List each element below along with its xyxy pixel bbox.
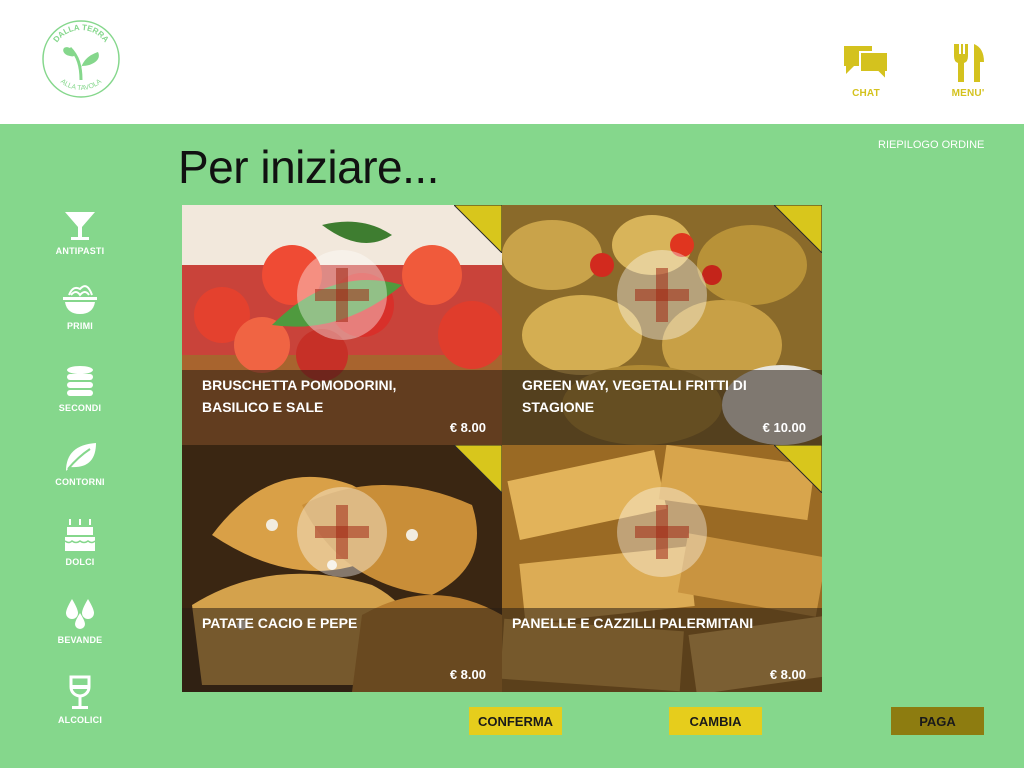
dish-grid: BRUSCHETTA POMODORINI, BASILICO E SALE €… [182, 205, 822, 692]
sidebar-item-label: SECONDI [58, 403, 102, 413]
sidebar-item-dolci[interactable]: DOLCI [40, 517, 120, 567]
dish-price: € 8.00 [449, 420, 486, 435]
chat-button[interactable]: CHAT [838, 42, 894, 99]
sidebar-item-contorni[interactable]: CONTORNI [40, 441, 120, 487]
top-bar: DALLA TERRA ALLA TAVOLA CHAT MENU' [0, 0, 1024, 124]
dish-info: BRUSCHETTA POMODORINI, BASILICO E SALE €… [182, 370, 502, 445]
confirm-button[interactable]: CONFERMA [469, 707, 562, 735]
pasta-bowl-icon [63, 285, 97, 314]
plus-icon[interactable] [617, 250, 707, 340]
wine-glass-icon [69, 675, 91, 709]
corner-marker [454, 205, 502, 253]
plus-icon[interactable] [617, 487, 707, 577]
dish-name: GREEN WAY, VEGETALI FRITTI DI STAGIONE [522, 377, 747, 415]
dish-name: BRUSCHETTA POMODORINI, BASILICO E SALE [202, 377, 397, 415]
plus-icon[interactable] [297, 250, 387, 340]
sidebar-item-label: ALCOLICI [57, 715, 103, 725]
change-button[interactable]: CAMBIA [669, 707, 762, 735]
corner-marker [774, 205, 822, 253]
logo: DALLA TERRA ALLA TAVOLA [42, 20, 120, 98]
dish-name: PANELLE E CAZZILLI PALERMITANI [512, 615, 754, 631]
dish-card[interactable]: PANELLE E CAZZILLI PALERMITANI € 8.00 [502, 445, 822, 692]
sidebar-item-label: CONTORNI [55, 477, 105, 487]
sidebar-item-bevande[interactable]: BEVANDE [40, 597, 120, 645]
stacked-dishes-icon [67, 366, 93, 396]
sidebar-item-primi[interactable]: PRIMI [40, 281, 120, 331]
dish-name: PATATE CACIO E PEPE [202, 615, 358, 631]
order-summary-link[interactable]: RIEPILOGO ORDINE [878, 139, 984, 151]
menu-label: MENU' [951, 88, 985, 99]
plus-icon[interactable] [297, 487, 387, 577]
corner-marker [774, 445, 822, 493]
sidebar-item-alcolici[interactable]: ALCOLICI [40, 675, 120, 725]
dish-price: € 8.00 [449, 667, 486, 682]
logo-text-bottom: ALLA TAVOLA [59, 78, 103, 92]
dish-info: PATATE CACIO E PEPE € 8.00 [182, 608, 502, 692]
page-title: Per iniziare... [178, 141, 439, 193]
sidebar-item-antipasti[interactable]: ANTIPASTI [40, 210, 120, 256]
dish-price: € 10.00 [762, 420, 806, 435]
svg-text:DALLA TERRA: DALLA TERRA [51, 23, 110, 44]
corner-marker [454, 445, 502, 493]
logo-text-top: DALLA TERRA [51, 23, 110, 44]
cocktail-glass-icon [65, 212, 95, 240]
dish-info: GREEN WAY, VEGETALI FRITTI DI STAGIONE €… [502, 370, 822, 445]
sidebar-item-label: BEVANDE [57, 635, 103, 645]
cake-icon [64, 519, 96, 551]
dish-card[interactable]: GREEN WAY, VEGETALI FRITTI DI STAGIONE €… [502, 205, 822, 445]
chat-icon [844, 46, 889, 83]
dish-info: PANELLE E CAZZILLI PALERMITANI € 8.00 [502, 608, 822, 692]
sidebar-item-label: PRIMI [66, 321, 93, 331]
dish-card[interactable]: PATATE CACIO E PEPE € 8.00 [182, 445, 502, 692]
menu-button[interactable]: MENU' [946, 42, 990, 99]
chat-label: CHAT [852, 88, 880, 99]
sidebar-item-label: ANTIPASTI [55, 246, 105, 256]
dish-price: € 8.00 [769, 667, 806, 682]
water-drops-icon [66, 599, 94, 629]
dish-card[interactable]: BRUSCHETTA POMODORINI, BASILICO E SALE €… [182, 205, 502, 445]
leaf-icon [66, 443, 96, 471]
svg-text:ALLA TAVOLA: ALLA TAVOLA [59, 78, 103, 92]
fork-knife-icon [954, 44, 984, 82]
sidebar-item-secondi[interactable]: SECONDI [40, 365, 120, 413]
sidebar-item-label: DOLCI [65, 557, 95, 567]
pay-button[interactable]: PAGA [891, 707, 984, 735]
